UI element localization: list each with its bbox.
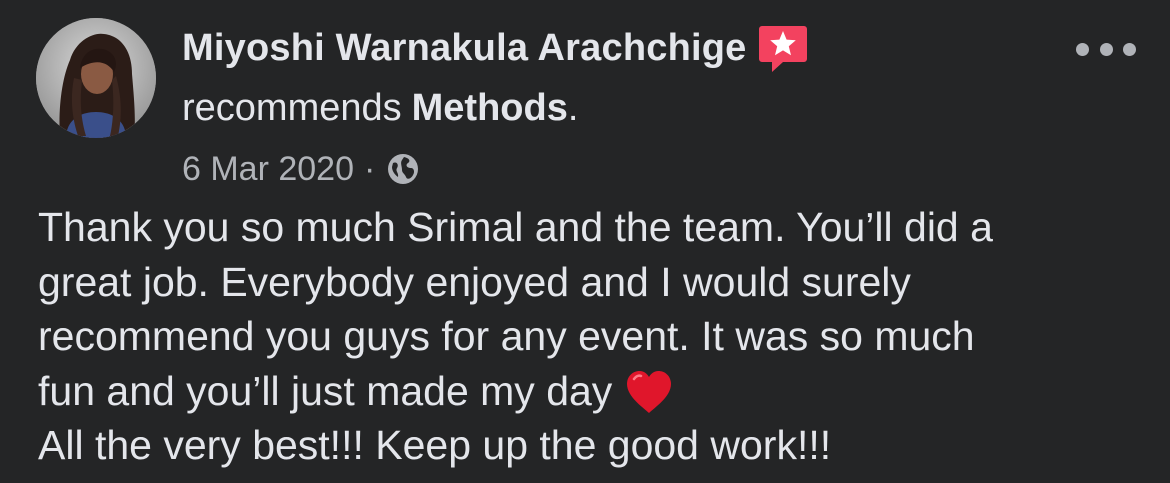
avatar[interactable]: [36, 18, 156, 138]
recommendation-line: recommends Methods .: [182, 82, 578, 134]
recommended-page-link[interactable]: Methods: [412, 87, 568, 130]
post-body-line: great job. Everybody enjoyed and I would…: [38, 258, 911, 305]
post-meta: 6 Mar 2020 ·: [182, 146, 421, 192]
recommend-verb: recommends: [182, 86, 402, 129]
more-dot: [1099, 42, 1113, 56]
post-body-line-text: fun and you’ll just made my day: [38, 367, 613, 414]
more-dot: [1076, 42, 1089, 56]
post-body: Thank you so much Srimal and the team. Y…: [38, 200, 1148, 473]
recommendation-post: Miyoshi Warnakula Arachchige recommends …: [0, 0, 1170, 483]
post-body-line: fun and you’ll just made my day: [38, 364, 1148, 419]
profile-photo: [36, 18, 156, 138]
more-dot: [1123, 42, 1136, 56]
author-name[interactable]: Miyoshi Warnakula Arachchige: [182, 27, 747, 70]
post-body-line: Thank you so much Srimal and the team. Y…: [38, 204, 993, 250]
red-heart-icon: [624, 369, 674, 415]
recommend-period: .: [567, 86, 579, 129]
recommendation-star-icon: [757, 22, 809, 74]
post-date[interactable]: 6 Mar 2020: [182, 150, 354, 189]
more-options-icon[interactable]: [1076, 34, 1136, 64]
globe-icon[interactable]: [385, 151, 421, 187]
post-body-line: recommend you guys for any event. It was…: [38, 313, 975, 359]
post-body-line: All the very best!!! Keep up the good wo…: [38, 422, 832, 468]
meta-separator: ·: [364, 149, 376, 188]
author-line: Miyoshi Warnakula Arachchige: [182, 22, 809, 74]
